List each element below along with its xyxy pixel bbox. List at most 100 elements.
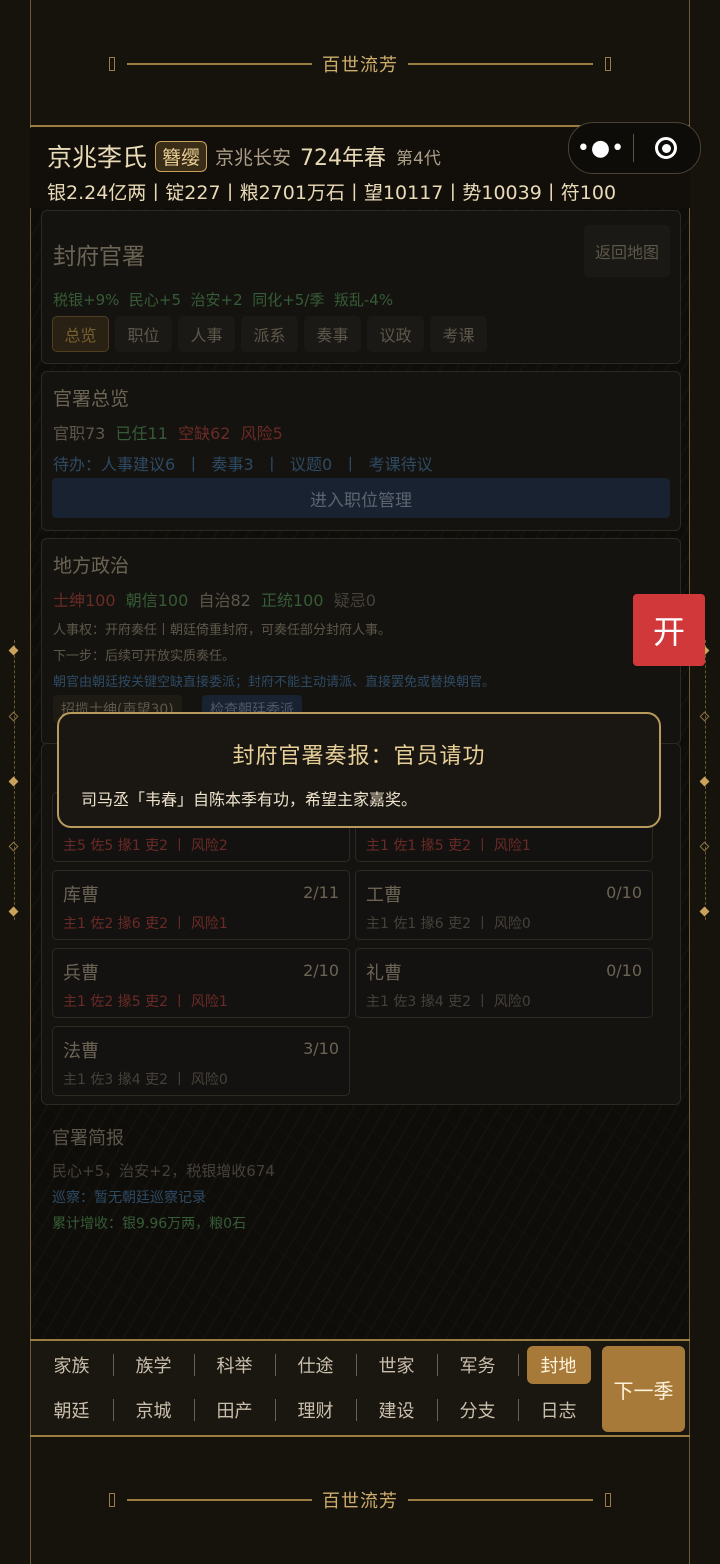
gentry-stat: 士绅100 [53,591,116,610]
tab-positions[interactable]: 职位 [115,316,172,352]
suspicion-stat: 疑忌0 [333,591,376,610]
office-title: 封府官署 [53,244,145,270]
bureau-count: 3/10 [303,1039,339,1058]
overview-stats: 官职73 已任11 空缺62 风险5 [53,420,283,444]
banner-cap-left [109,57,115,71]
clan-name: 京兆李氏 [47,143,148,172]
enter-position-management-button[interactable]: 进入职位管理 [52,478,670,518]
office-stats: 税银+9% 民心+5 治安+2 同化+5/季 叛乱-4% [53,291,394,309]
bureau-detail: 主1 佐3 掾4 吏2 丨 风险0 [366,994,531,1010]
bureau-detail: 主1 佐3 掾4 吏2 丨 风险0 [63,1072,228,1088]
bureau-card-law[interactable]: 法曹 3/10 主1 佐3 掾4 吏2 丨 风险0 [52,1026,350,1096]
nav-fief[interactable]: 封地 [518,1345,599,1385]
bureau-name: 兵曹 [63,963,99,984]
nav-court[interactable]: 朝廷 [31,1390,112,1430]
tab-personnel[interactable]: 人事 [178,316,235,352]
open-button[interactable]: 开 [633,594,705,666]
bureau-count: 2/11 [303,883,339,902]
bureau-count: 0/10 [606,961,642,980]
local-title: 地方政治 [53,555,130,577]
banner-line-left [127,63,312,65]
nav-capital[interactable]: 京城 [113,1390,194,1430]
nav-career[interactable]: 仕途 [275,1345,356,1385]
brief-title: 官署简报 [52,1128,124,1149]
nav-noble-houses[interactable]: 世家 [356,1345,437,1385]
left-side-ornament [8,640,20,920]
next-season-button[interactable]: 下一季 [602,1346,685,1432]
nav-exam[interactable]: 科举 [194,1345,275,1385]
local-line-3: 朝官由朝廷按关键空缺直接委派；封府不能主动请派、直接罢免或替换朝官。 [53,675,496,690]
bureau-detail: 主1 佐1 掾6 吏2 丨 风险0 [366,916,531,932]
bureau-card-military[interactable]: 兵曹 2/10 主1 佐2 掾5 吏2 丨 风险1 [52,948,350,1018]
bureau-detail: 主1 佐2 掾6 吏2 丨 风险1 [63,916,228,932]
bureau-card-rites[interactable]: 礼曹 0/10 主1 佐3 掾4 吏2 丨 风险0 [355,948,653,1018]
top-banner: 百世流芳 [0,44,720,84]
office-tabs: 总览 职位 人事 派系 奏事 议政 考课 [52,316,487,352]
risk-count: 风险5 [240,424,283,443]
banner-line-right [408,1499,593,1501]
brief-line-3: 累计增收：银9.96万两，粮0石 [52,1216,247,1232]
tab-evaluation[interactable]: 考课 [430,316,487,352]
back-to-map-button[interactable]: 返回地图 [584,225,670,277]
tab-memorials[interactable]: 奏事 [304,316,361,352]
bureau-count: 0/10 [606,883,642,902]
bureau-name: 法曹 [63,1041,99,1062]
local-line-1: 人事权：开府奏任丨朝廷倚重封府，可奏任部分封府人事。 [53,623,392,638]
location-label: 京兆长安 [215,146,292,169]
tab-deliberation[interactable]: 议政 [367,316,424,352]
nav-construction[interactable]: 建设 [356,1390,437,1430]
legitimacy-stat: 正统100 [260,591,324,610]
filled-count: 已任11 [115,424,168,443]
bureau-detail: 主1 佐1 掾5 吏2 丨 风险1 [366,838,531,854]
banner-line-right [408,63,593,65]
nav-log[interactable]: 日志 [518,1390,599,1430]
bureau-card-treasury[interactable]: 库曹 2/11 主1 佐2 掾6 吏2 丨 风险1 [52,870,350,940]
overview-title: 官署总览 [53,388,130,410]
nav-military[interactable]: 军务 [437,1345,518,1385]
vacant-count: 空缺62 [178,424,231,443]
bureau-card-works[interactable]: 工曹 0/10 主1 佐1 掾6 吏2 丨 风险0 [355,870,653,940]
nav-finance[interactable]: 理财 [275,1390,356,1430]
generation-label: 第4代 [396,148,441,169]
nav-clan-school[interactable]: 族学 [113,1345,194,1385]
nav-branches[interactable]: 分支 [437,1390,518,1430]
bureau-detail: 主5 佐5 掾1 吏2 丨 风险2 [63,838,228,854]
year-season: 724年春 [300,146,387,171]
bottom-banner: 百世流芳 [0,1480,720,1520]
bottom-nav: 家族 族学 科举 仕途 世家 军务 封地 朝廷 京城 田产 理财 建设 分支 日… [31,1341,689,1436]
frame-right-border [689,0,690,1564]
more-menu-icon[interactable]: •●• [569,136,633,161]
overview-panel: 官署总览 官职73 已任11 空缺62 风险5 待办：人事建议6 丨 奏事3 丨… [41,371,681,531]
banner-title: 百世流芳 [322,1491,398,1512]
record-circle-icon [655,137,677,159]
tab-overview[interactable]: 总览 [52,316,109,352]
report-dialog[interactable]: 封府官署奏报：官员请功 司马丞「韦春」自陈本季有功，希望主家嘉奖。 [57,712,661,828]
nav-fief-label: 封地 [526,1346,591,1384]
bureau-count: 2/10 [303,961,339,980]
close-miniapp-button[interactable] [634,137,698,159]
bureau-name: 库曹 [63,885,99,906]
banner-cap-right [605,1493,611,1507]
dialog-title: 封府官署奏报：官员请功 [232,744,486,769]
bureau-name: 礼曹 [366,963,402,984]
trust-stat: 朝信100 [125,591,189,610]
banner-title: 百世流芳 [322,55,398,76]
local-line-2: 下一步：后续可开放实质奏任。 [53,649,236,664]
banner-cap-right [605,57,611,71]
tab-factions[interactable]: 派系 [241,316,298,352]
local-stats: 士绅100 朝信100 自治82 正统100 疑忌0 [53,587,376,611]
todo-line: 待办：人事建议6 丨 奏事3 丨 议题0 丨 考课待议 [53,455,433,474]
bureau-detail: 主1 佐2 掾5 吏2 丨 风险1 [63,994,228,1010]
posts-count: 官职73 [53,424,106,443]
brief-line-2: 巡察：暂无朝廷巡察记录 [52,1190,206,1206]
banner-line-left [127,1499,312,1501]
right-side-ornament [699,640,711,920]
nav-estates[interactable]: 田产 [194,1390,275,1430]
nav-bottom-rule [30,1435,690,1437]
rank-badge: 簪缨 [155,140,208,172]
bureau-name: 工曹 [366,885,402,906]
brief-section: 官署简报 民心+5，治安+2，税银增收674 巡察：暂无朝廷巡察记录 累计增收：… [52,1124,275,1233]
miniapp-capsule: •●• [568,122,701,174]
nav-family[interactable]: 家族 [31,1345,112,1385]
autonomy-stat: 自治82 [198,591,251,610]
